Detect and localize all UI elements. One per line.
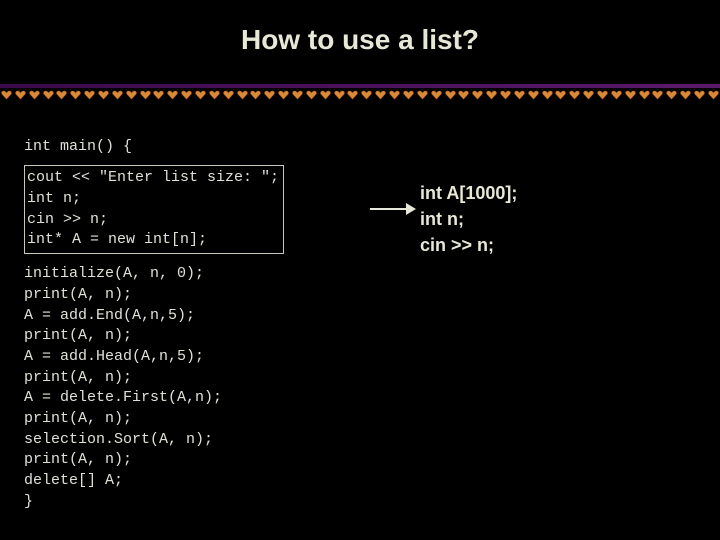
heart-icon bbox=[555, 90, 566, 100]
heart-icon bbox=[70, 90, 81, 100]
heart-icon bbox=[264, 90, 275, 100]
heart-icon bbox=[292, 90, 303, 100]
heart-icon bbox=[112, 90, 123, 100]
heart-icon bbox=[611, 90, 622, 100]
heart-icon bbox=[375, 90, 386, 100]
code-line: int* A = new int[n]; bbox=[27, 231, 207, 248]
heart-icon bbox=[639, 90, 650, 100]
heart-icon bbox=[29, 90, 40, 100]
code-line: initialize(A, n, 0); bbox=[24, 265, 204, 282]
heart-icon bbox=[98, 90, 109, 100]
heart-icon bbox=[486, 90, 497, 100]
heart-icon bbox=[431, 90, 442, 100]
heart-icon bbox=[167, 90, 178, 100]
code-block: int main() { cout << "Enter list size: "… bbox=[0, 116, 720, 512]
heart-icon bbox=[223, 90, 234, 100]
heart-icon bbox=[652, 90, 663, 100]
code-line: print(A, n); bbox=[24, 286, 132, 303]
heart-icon bbox=[361, 90, 372, 100]
heart-icon bbox=[84, 90, 95, 100]
code-line: A = delete.First(A,n); bbox=[24, 389, 222, 406]
heart-icon bbox=[708, 90, 719, 100]
heart-icon bbox=[528, 90, 539, 100]
heart-icon bbox=[500, 90, 511, 100]
alt-line: cin >> n; bbox=[420, 235, 494, 255]
alt-line: int n; bbox=[420, 209, 464, 229]
divider-bar bbox=[0, 84, 720, 88]
code-line: cin >> n; bbox=[27, 211, 108, 228]
heart-icon bbox=[15, 90, 26, 100]
heart-icon bbox=[250, 90, 261, 100]
heart-icon bbox=[458, 90, 469, 100]
heart-icon bbox=[306, 90, 317, 100]
heart-icon bbox=[472, 90, 483, 100]
arrow-icon bbox=[370, 202, 416, 216]
code-line: cout << "Enter list size: "; bbox=[27, 169, 279, 186]
heart-icon bbox=[278, 90, 289, 100]
heart-icon bbox=[514, 90, 525, 100]
code-line: delete[] A; bbox=[24, 472, 123, 489]
heart-icon bbox=[445, 90, 456, 100]
code-line: print(A, n); bbox=[24, 369, 132, 386]
heart-icon bbox=[209, 90, 220, 100]
heart-icon bbox=[56, 90, 67, 100]
code-line: } bbox=[24, 493, 33, 510]
heart-icon bbox=[1, 90, 12, 100]
highlighted-code-box: cout << "Enter list size: "; int n; cin … bbox=[24, 165, 284, 254]
heart-divider-row bbox=[0, 90, 720, 100]
heart-icon bbox=[680, 90, 691, 100]
heart-icon bbox=[569, 90, 580, 100]
heart-icon bbox=[195, 90, 206, 100]
heart-icon bbox=[389, 90, 400, 100]
code-line: print(A, n); bbox=[24, 410, 132, 427]
heart-icon bbox=[583, 90, 594, 100]
heart-icon bbox=[140, 90, 151, 100]
alternative-code-block: int A[1000]; int n; cin >> n; bbox=[420, 180, 517, 258]
heart-icon bbox=[417, 90, 428, 100]
heart-icon bbox=[43, 90, 54, 100]
code-line: int main() { bbox=[24, 138, 132, 155]
heart-icon bbox=[347, 90, 358, 100]
heart-icon bbox=[237, 90, 248, 100]
heart-icon bbox=[320, 90, 331, 100]
heart-icon bbox=[153, 90, 164, 100]
heart-icon bbox=[625, 90, 636, 100]
code-line: A = add.Head(A,n,5); bbox=[24, 348, 204, 365]
code-line: int n; bbox=[27, 190, 81, 207]
heart-icon bbox=[597, 90, 608, 100]
heart-icon bbox=[334, 90, 345, 100]
heart-icon bbox=[694, 90, 705, 100]
heart-icon bbox=[181, 90, 192, 100]
heart-icon bbox=[666, 90, 677, 100]
code-line: print(A, n); bbox=[24, 451, 132, 468]
code-line: print(A, n); bbox=[24, 327, 132, 344]
code-line: selection.Sort(A, n); bbox=[24, 431, 213, 448]
heart-icon bbox=[126, 90, 137, 100]
slide-title: How to use a list? bbox=[0, 0, 720, 84]
alt-line: int A[1000]; bbox=[420, 183, 517, 203]
heart-icon bbox=[542, 90, 553, 100]
code-line: A = add.End(A,n,5); bbox=[24, 307, 195, 324]
heart-icon bbox=[403, 90, 414, 100]
